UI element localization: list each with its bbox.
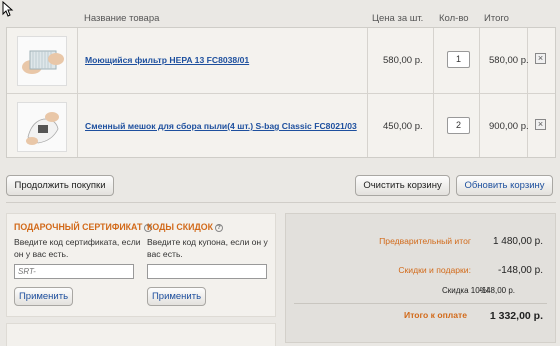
gift-certificate-input[interactable] <box>14 264 134 279</box>
table-row: Сменный мешок для сбора пыли(4 шт.) S-ba… <box>7 94 555 157</box>
discount-code-input[interactable] <box>147 264 267 279</box>
update-cart-button[interactable]: Обновить корзину <box>456 175 553 196</box>
cart-table: Название товара Цена за шт. Кол-во Итого <box>6 10 556 158</box>
gift-certificate-title: ПОДАРОЧНЫЙ СЕРТИФИКАТ <box>14 222 143 232</box>
discount-code-title: КОДЫ СКИДОК <box>147 222 213 232</box>
cart-rows: Моющийся фильтр HEPA 13 FC8038/01 580,00… <box>6 27 556 158</box>
discount-detail-row: Скидка 10%! -148,00 р. <box>286 286 557 300</box>
section-divider <box>6 202 556 203</box>
product-image[interactable] <box>17 102 67 152</box>
order-summary: Предварительный итог 1 480,00 р. Скидки … <box>285 213 556 343</box>
discount-code-description: Введите код купона, если он у вас есть. <box>147 237 268 259</box>
discount-code-section: КОДЫ СКИДОК? Введите код купона, если он… <box>147 222 272 306</box>
continue-shopping-button[interactable]: Продолжить покупки <box>6 175 114 196</box>
gift-certificate-title-row: ПОДАРОЧНЫЙ СЕРТИФИКАТ? <box>14 222 153 232</box>
dust-bag-image-icon <box>18 103 66 151</box>
header-product-name: Название товара <box>84 13 160 24</box>
apply-certificate-button[interactable]: Применить <box>14 287 73 306</box>
quantity-input[interactable]: 2 <box>447 117 470 134</box>
help-icon[interactable]: ? <box>214 224 223 232</box>
discount-detail-value: -148,00 р. <box>478 286 515 295</box>
header-total: Итого <box>484 13 509 24</box>
table-row: Моющийся фильтр HEPA 13 FC8038/01 580,00… <box>7 28 555 94</box>
remove-item-button[interactable]: × <box>535 53 546 64</box>
cart-table-header: Название товара Цена за шт. Кол-во Итого <box>6 10 556 27</box>
product-link[interactable]: Сменный мешок для сбора пыли(4 шт.) S-ba… <box>85 121 357 131</box>
grand-total-row: Итого к оплате 1 332,00 р. <box>286 310 557 324</box>
discount-row: Скидки и подарки: -148,00 р. <box>286 265 557 279</box>
grand-total-label: Итого к оплате <box>404 310 467 320</box>
clear-cart-button[interactable]: Очистить корзину <box>355 175 450 196</box>
row-total: 900,00 р. <box>489 121 529 132</box>
discount-value: -148,00 р. <box>497 265 543 276</box>
apply-coupon-button[interactable]: Применить <box>147 287 206 306</box>
product-image[interactable] <box>17 36 67 86</box>
remove-item-button[interactable]: × <box>535 119 546 130</box>
secondary-panel <box>6 323 276 346</box>
unit-price: 580,00 р. <box>383 55 423 66</box>
row-total: 580,00 р. <box>489 55 529 66</box>
discount-code-title-row: КОДЫ СКИДОК? <box>147 222 272 232</box>
summary-divider <box>294 303 547 304</box>
unit-price: 450,00 р. <box>383 121 423 132</box>
gift-certificate-description: Введите код сертификата, если он у вас е… <box>14 237 141 259</box>
header-unit-price: Цена за шт. <box>372 13 424 24</box>
product-link[interactable]: Моющийся фильтр HEPA 13 FC8038/01 <box>85 55 249 65</box>
header-quantity: Кол-во <box>439 13 469 24</box>
quantity-input[interactable]: 1 <box>447 51 470 68</box>
gift-certificate-section: ПОДАРОЧНЫЙ СЕРТИФИКАТ? Введите код серти… <box>14 222 153 306</box>
discount-label: Скидки и подарки: <box>398 265 471 275</box>
subtotal-label: Предварительный итог <box>379 236 471 246</box>
hepa-filter-image-icon <box>18 37 66 85</box>
grand-total-value: 1 332,00 р. <box>489 310 543 322</box>
codes-panel: ПОДАРОЧНЫЙ СЕРТИФИКАТ? Введите код серти… <box>6 213 276 317</box>
subtotal-row: Предварительный итог 1 480,00 р. <box>286 236 557 250</box>
subtotal-value: 1 480,00 р. <box>492 236 543 247</box>
